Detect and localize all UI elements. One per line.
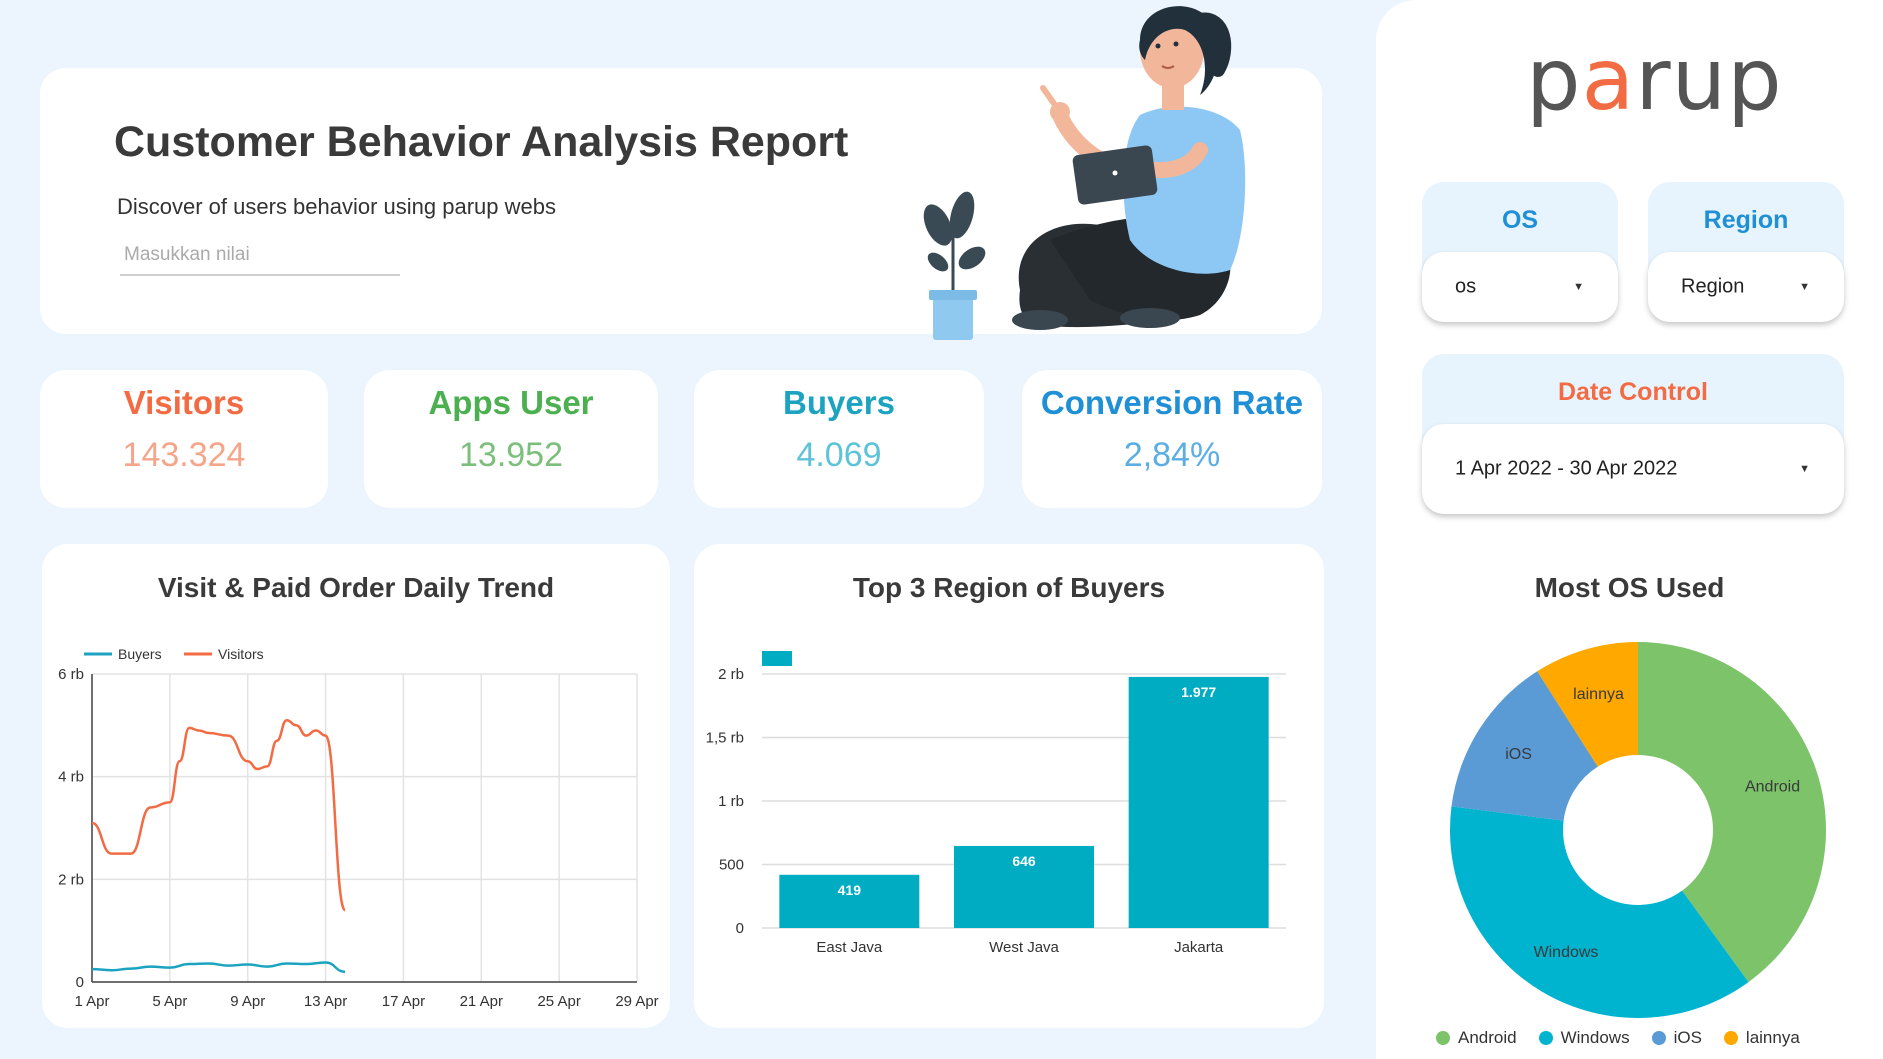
page-title: Customer Behavior Analysis Report <box>114 118 849 166</box>
series-line <box>91 718 347 912</box>
legend-dot <box>1723 1031 1738 1045</box>
os-dropdown[interactable]: os ▼ <box>1422 252 1618 322</box>
os-chart-title: Most OS Used <box>1534 572 1725 603</box>
legend-label: Windows <box>1560 1028 1630 1047</box>
page-subtitle: Discover of users behavior using parup w… <box>117 194 557 219</box>
kpi-label: Buyers <box>783 384 895 421</box>
caret-down-icon: ▼ <box>1799 463 1810 475</box>
kpi-value: 4.069 <box>796 436 882 474</box>
slice-label: iOS <box>1505 746 1532 763</box>
legend-item: lainnya <box>1723 1028 1800 1048</box>
y-tick-label: 0 <box>76 974 84 991</box>
kpi-value: 143.324 <box>122 436 246 474</box>
region-dropdown[interactable]: Region ▼ <box>1648 252 1844 322</box>
kpi-conversion-rate-card: Conversion Rate 2,84% <box>1022 370 1322 508</box>
bar <box>1128 676 1269 928</box>
kpi-apps-user-card: Apps User 13.952 <box>364 370 658 508</box>
x-tick-label: 17 Apr <box>382 993 425 1010</box>
date-control-label: Date Control <box>1558 378 1708 406</box>
x-tick-label: West Java <box>989 939 1059 956</box>
region-filter: Region Region ▼ <box>1648 182 1844 322</box>
bar-data-label: 419 <box>838 882 862 898</box>
slice-label: Windows <box>1534 944 1599 961</box>
legend-item: Windows <box>1538 1028 1630 1048</box>
sidebar: parup OS os ▼ Region Region ▼ Date Contr… <box>1376 0 1883 1059</box>
y-tick-label: 2 rb <box>718 666 744 683</box>
slice-label: Android <box>1745 778 1800 795</box>
os-dropdown-value: os <box>1455 275 1477 298</box>
kpi-label: Apps User <box>428 384 594 421</box>
x-tick-label: Jakarta <box>1174 939 1224 956</box>
x-tick-label: 13 Apr <box>304 993 347 1010</box>
x-tick-label: 5 Apr <box>152 993 187 1010</box>
legend-label: Buyers <box>118 646 162 662</box>
y-tick-label: 500 <box>719 857 744 874</box>
x-tick-label: 1 Apr <box>74 993 109 1010</box>
y-tick-label: 0 <box>736 920 744 937</box>
os-chart-legend: Android Windows iOS lainnya <box>1436 1028 1800 1048</box>
x-tick-label: 9 Apr <box>230 993 265 1010</box>
plant-icon <box>923 191 986 340</box>
x-tick-label: 29 Apr <box>615 993 658 1010</box>
os-donut-chart: Android Windows iOS lainnya <box>1450 642 1826 1018</box>
series-line <box>91 961 346 973</box>
kpi-value: 2,84% <box>1123 436 1221 474</box>
os-filter-label: OS <box>1501 206 1539 234</box>
x-tick-label: East Java <box>816 939 883 956</box>
legend-swatch <box>762 651 792 666</box>
parup-logo: parup <box>1526 30 1783 130</box>
legend-label: lainnya <box>1745 1028 1800 1047</box>
legend-item: Android <box>1436 1028 1517 1048</box>
region-dropdown-value: Region <box>1681 275 1745 298</box>
date-control: Date Control 1 Apr 2022 - 30 Apr 2022 ▼ <box>1422 354 1844 514</box>
kpi-buyers-card: Buyers 4.069 <box>694 370 984 508</box>
y-tick-label: 4 rb <box>58 769 84 786</box>
legend-label: iOS <box>1673 1028 1702 1047</box>
os-filter: OS os ▼ <box>1422 182 1618 322</box>
bar-data-label: 1.977 <box>1181 684 1216 700</box>
daily-trend-chart-card: Visit & Paid Order Daily Trend 1 Apr 5 Ap… <box>42 544 670 1028</box>
slice-label: lainnya <box>1573 686 1624 703</box>
y-tick-label: 1,5 rb <box>706 730 744 747</box>
region-filter-label: Region <box>1703 206 1789 234</box>
daily-trend-chart: 1 Apr 5 Apr 9 Apr 13 Apr 17 Apr 21 Apr 25 Apr 2… <box>58 646 659 1010</box>
y-tick-label: 1 rb <box>718 793 744 810</box>
kpi-label: Visitors <box>123 384 245 421</box>
date-range-dropdown[interactable]: 1 Apr 2022 - 30 Apr 2022 ▼ <box>1422 424 1844 514</box>
date-range-value: 1 Apr 2022 - 30 Apr 2022 <box>1455 457 1678 480</box>
kpi-value: 13.952 <box>459 436 563 474</box>
y-tick-label: 6 rb <box>58 666 84 683</box>
caret-down-icon: ▼ <box>1573 281 1584 293</box>
top-region-bar-chart: 0 500 1 rb 1,5 rb 2 rb 419 East Java 646 West Ja… <box>706 651 1286 956</box>
woman-with-tablet-illustration <box>923 6 1246 340</box>
kpi-visitors-card: Visitors 143.324 <box>40 370 328 508</box>
legend-item: iOS <box>1651 1028 1702 1048</box>
legend-label: Android <box>1458 1028 1517 1047</box>
bar-data-label: 646 <box>1012 853 1036 869</box>
kpi-label: Conversion Rate <box>1040 384 1304 421</box>
legend-dot <box>1436 1031 1450 1045</box>
y-tick-label: 2 rb <box>58 871 84 888</box>
search-input[interactable] <box>120 236 400 276</box>
x-tick-label: 25 Apr <box>537 993 580 1010</box>
legend-dot <box>1651 1031 1666 1045</box>
caret-down-icon: ▼ <box>1799 281 1810 293</box>
x-tick-label: 21 Apr <box>460 993 503 1010</box>
legend-label: Visitors <box>218 646 264 662</box>
legend-dot <box>1538 1031 1553 1045</box>
top-region-chart-card: Top 3 Region of Buyers 0 500 1 rb 1,5 rb 2 r… <box>694 544 1324 1028</box>
